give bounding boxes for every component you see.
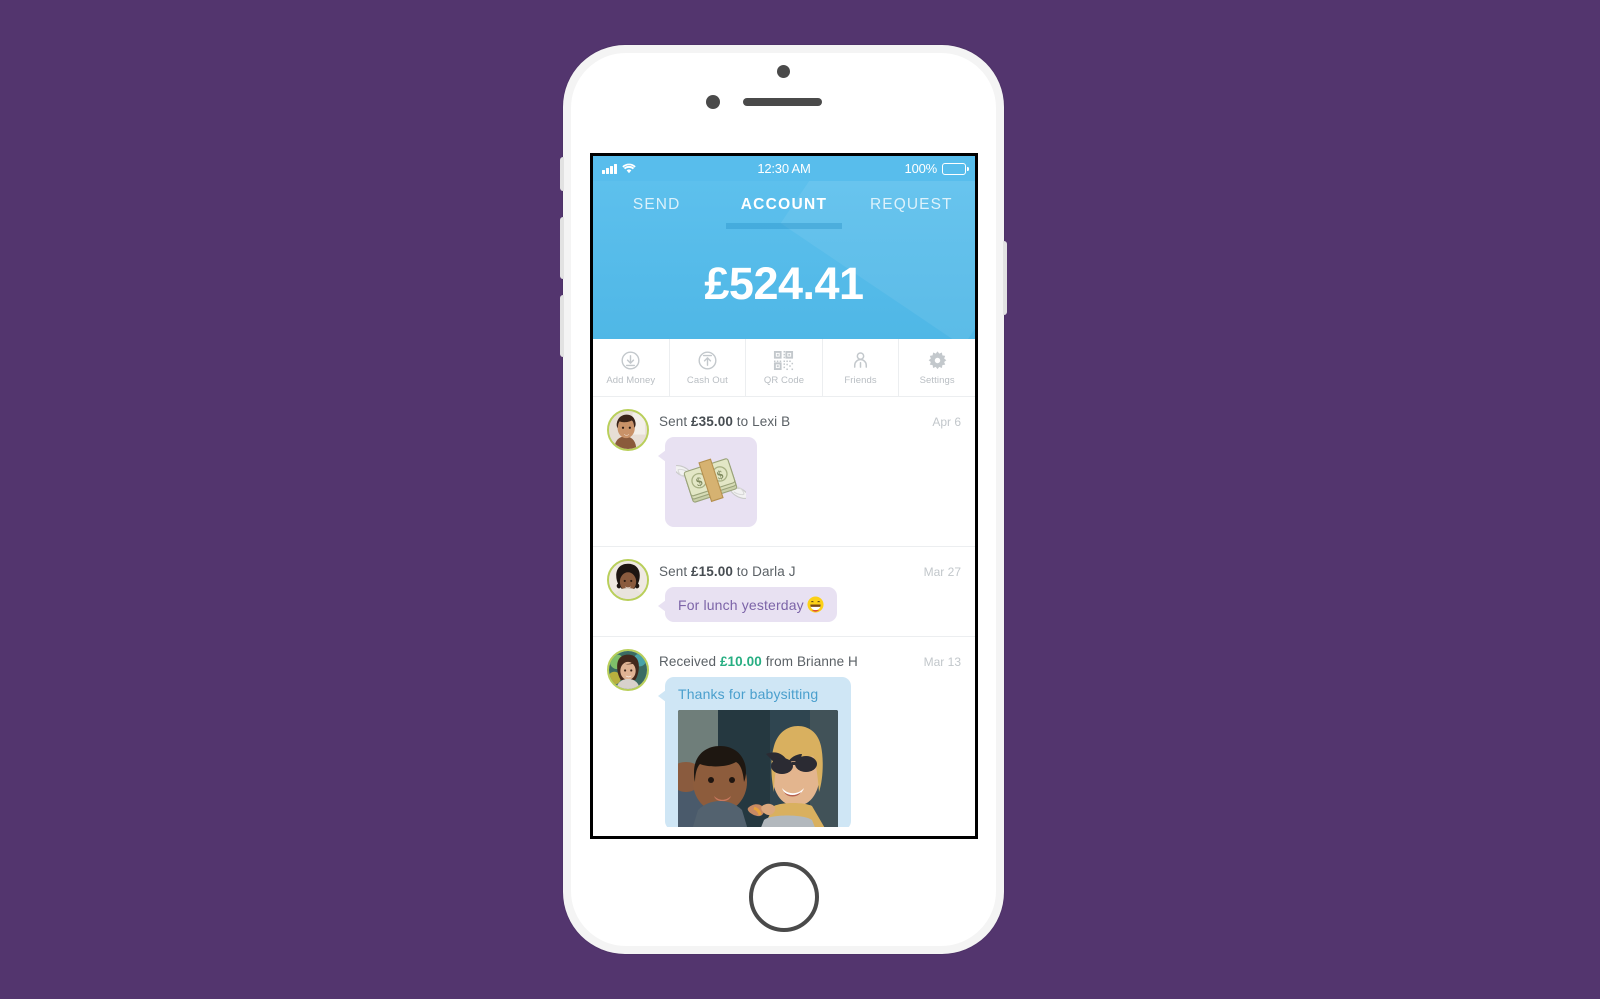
- transaction-note-bubble: Thanks for babysitting: [658, 677, 851, 827]
- battery-percent-label: 100%: [904, 161, 938, 176]
- avatar: [607, 409, 649, 451]
- qr-code-icon: [773, 350, 794, 372]
- tab-request[interactable]: REQUEST: [848, 181, 975, 229]
- silent-switch-button[interactable]: [560, 157, 564, 191]
- status-bar-left: [602, 163, 636, 174]
- transaction-body: Sent £15.00 to Darla J Mar 27 For lunch …: [658, 559, 961, 622]
- earpiece-speaker: [743, 98, 822, 106]
- photo-woman-and-toddler[interactable]: [678, 710, 838, 827]
- action-cash-out[interactable]: Cash Out: [670, 339, 747, 396]
- top-tab-bar: SEND ACCOUNT REQUEST: [593, 181, 975, 229]
- status-bar: 12:30 AM 100%: [593, 156, 975, 181]
- action-label: QR Code: [763, 374, 805, 386]
- action-label: Cash Out: [686, 374, 728, 386]
- transaction-note-bubble: $ $: [658, 437, 757, 527]
- transaction-body: Sent £35.00 to Lexi B Apr 6 $ $: [658, 409, 961, 532]
- transaction-date: Mar 27: [923, 565, 961, 579]
- table-row[interactable]: Sent £35.00 to Lexi B Apr 6 $ $: [593, 397, 975, 547]
- transaction-summary-line: Sent £15.00 to Darla J Mar 27: [659, 564, 961, 579]
- transaction-description: Sent £15.00 to Darla J: [659, 564, 796, 579]
- volume-up-button[interactable]: [560, 217, 564, 279]
- avatar-image: [609, 561, 647, 599]
- transaction-suffix: to Lexi B: [732, 414, 791, 429]
- transaction-summary-line: Sent £35.00 to Lexi B Apr 6: [659, 414, 961, 429]
- transaction-prefix: Sent: [659, 414, 692, 429]
- volume-down-button[interactable]: [560, 295, 564, 357]
- balance-amount: £524.41: [704, 258, 864, 309]
- balance-area: £524.41: [593, 229, 975, 339]
- transaction-feed[interactable]: Sent £35.00 to Lexi B Apr 6 $ $ Sent £15…: [593, 397, 975, 827]
- phone-mockup: 12:30 AM 100% SEND ACCOUNT REQUEST £524.…: [560, 45, 1007, 954]
- signal-bars-icon: [602, 163, 617, 174]
- avatar: [607, 559, 649, 601]
- avatar-image: [609, 411, 647, 449]
- power-button[interactable]: [1003, 241, 1007, 315]
- transaction-description: Received £10.00 from Brianne H: [659, 654, 858, 669]
- app-screen: 12:30 AM 100% SEND ACCOUNT REQUEST £524.…: [593, 156, 975, 836]
- gear-icon: [927, 350, 948, 372]
- action-friends[interactable]: Friends: [823, 339, 900, 396]
- front-camera-icon: [776, 65, 790, 78]
- app-header: SEND ACCOUNT REQUEST £524.41: [593, 181, 975, 339]
- tab-send[interactable]: SEND: [593, 181, 720, 229]
- tab-account[interactable]: ACCOUNT: [720, 181, 847, 229]
- home-button[interactable]: [748, 862, 819, 932]
- action-label: Add Money: [606, 374, 656, 386]
- transaction-summary-line: Received £10.00 from Brianne H Mar 13: [659, 654, 961, 669]
- transaction-description: Sent £35.00 to Lexi B: [659, 414, 790, 429]
- screen-bezel: 12:30 AM 100% SEND ACCOUNT REQUEST £524.…: [590, 153, 978, 839]
- note-text: Thanks for babysitting: [678, 686, 819, 702]
- transaction-note-bubble: For lunch yesterday: [658, 587, 837, 622]
- transaction-prefix: Sent: [659, 564, 692, 579]
- transaction-suffix: from Brianne H: [761, 654, 858, 669]
- avatar-image: [609, 651, 647, 689]
- action-add-money[interactable]: Add Money: [593, 339, 670, 396]
- table-row[interactable]: Sent £15.00 to Darla J Mar 27 For lunch …: [593, 547, 975, 637]
- action-label: Settings: [919, 374, 955, 386]
- transaction-prefix: Received: [659, 654, 720, 669]
- transaction-date: Mar 13: [923, 655, 961, 669]
- transaction-amount: £35.00: [691, 414, 733, 429]
- transaction-amount: £15.00: [691, 564, 733, 579]
- avatar: [607, 649, 649, 691]
- note-text: For lunch yesterday: [678, 597, 804, 613]
- action-settings[interactable]: Settings: [899, 339, 975, 396]
- wifi-icon: [621, 163, 636, 174]
- transaction-amount: £10.00: [719, 654, 762, 669]
- quick-actions-bar: Add Money Cash Out QR Code Friends Setti…: [593, 339, 975, 397]
- action-qr-code[interactable]: QR Code: [746, 339, 823, 396]
- proximity-sensor-icon: [706, 95, 720, 109]
- action-label: Friends: [844, 374, 877, 386]
- grinning-face-emoji: [807, 596, 824, 613]
- transaction-body: Received £10.00 from Brianne H Mar 13 Th…: [658, 649, 961, 827]
- battery-full-icon: [942, 162, 969, 175]
- transaction-date: Apr 6: [932, 415, 961, 429]
- upload-arrow-icon: [697, 350, 718, 372]
- transaction-suffix: to Darla J: [732, 564, 796, 579]
- status-bar-right: 100%: [904, 161, 969, 176]
- person-icon: [850, 350, 871, 372]
- money-with-wings-emoji: $ $: [676, 458, 746, 503]
- table-row[interactable]: Received £10.00 from Brianne H Mar 13 Th…: [593, 637, 975, 827]
- download-arrow-icon: [620, 350, 641, 372]
